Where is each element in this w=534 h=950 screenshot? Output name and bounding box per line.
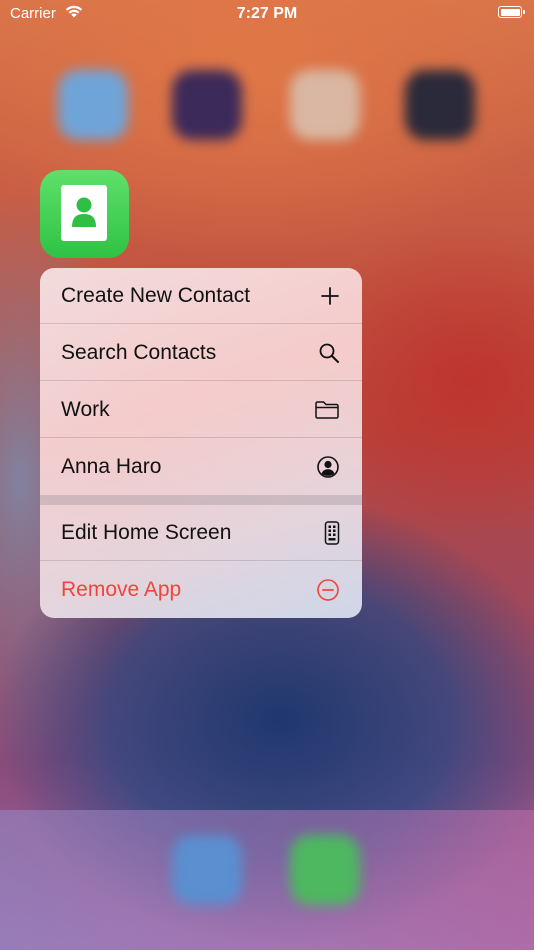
menu-item-label: Search Contacts — [61, 341, 217, 364]
menu-item-label: Remove App — [61, 578, 182, 601]
minus-circle-icon — [316, 578, 340, 602]
menu-item-label: Create New Contact — [61, 284, 251, 307]
menu-item-remove-app[interactable]: Remove App — [40, 562, 362, 618]
blurred-app-icon — [172, 70, 242, 140]
blurred-app-icon — [290, 70, 360, 140]
blurred-dock-icon — [172, 835, 242, 905]
menu-item-search-contacts[interactable]: Search Contacts — [40, 325, 362, 381]
menu-item-work[interactable]: Work — [40, 382, 362, 438]
contact-card-icon — [61, 185, 107, 241]
clock: 7:27 PM — [236, 5, 298, 22]
menu-item-create-new-contact[interactable]: Create New Contact — [40, 268, 362, 324]
status-bar: Carrier 7:27 PM — [0, 0, 534, 28]
menu-item-label: Work — [61, 398, 110, 421]
menu-item-label: Anna Haro — [61, 455, 162, 478]
search-icon — [318, 342, 340, 364]
folder-icon — [314, 400, 340, 420]
blurred-dock-icon — [290, 835, 360, 905]
menu-item-anna-haro[interactable]: Anna Haro — [40, 439, 362, 495]
blurred-app-icon — [58, 70, 128, 140]
menu-group-separator — [40, 495, 362, 505]
menu-item-label: Edit Home Screen — [61, 521, 232, 544]
battery-icon — [498, 6, 525, 18]
app-context-menu: Create New Contact Search Contacts Work … — [40, 268, 362, 618]
dock — [0, 810, 534, 950]
blurred-app-icon — [405, 70, 475, 140]
person-circle-icon — [316, 455, 340, 479]
contacts-app-icon[interactable] — [40, 170, 129, 258]
phone-apps-icon — [324, 521, 340, 545]
menu-item-edit-home-screen[interactable]: Edit Home Screen — [40, 505, 362, 561]
plus-icon — [320, 286, 340, 306]
